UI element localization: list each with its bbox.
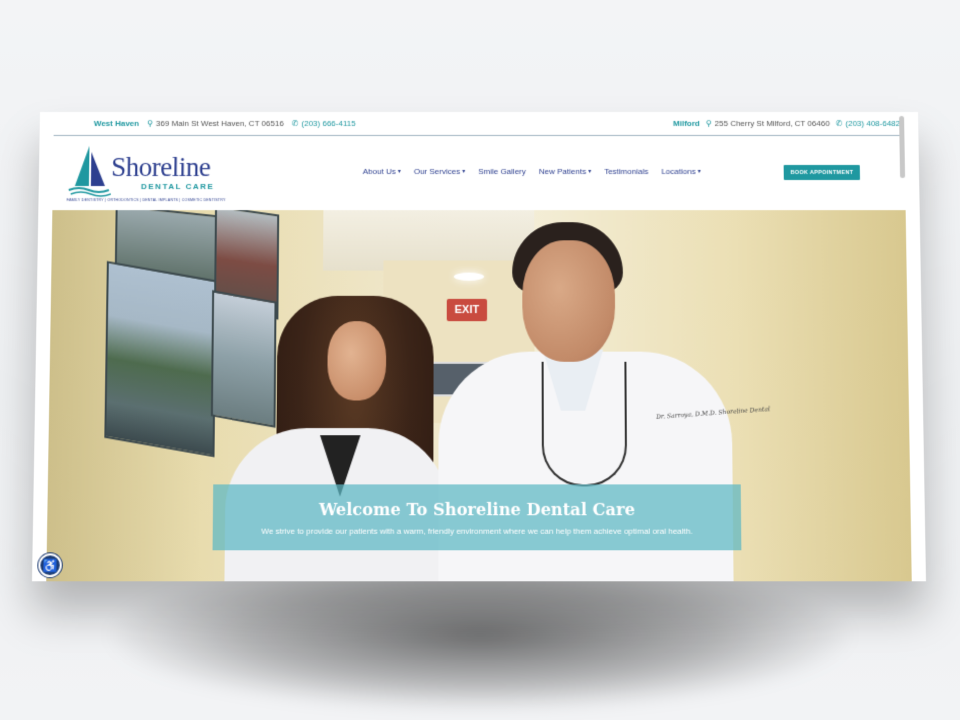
site-logo[interactable]: Shoreline DENTAL CARE FAMILY DENTISTRY |… [67, 142, 228, 204]
chevron-down-icon: ▾ [698, 168, 701, 175]
hero-banner: EXIT Dr. Sarroya, D.M.D. Shoreline Denta… [46, 210, 911, 581]
hero-title: Welcome To Shoreline Dental Care [319, 499, 635, 519]
ceiling-light [454, 273, 484, 281]
hero-subtitle: We strive to provide our patients with a… [261, 526, 692, 535]
loupes-strap [542, 362, 628, 487]
address-text[interactable]: 255 Cherry St Milford, CT 06460 [715, 119, 830, 128]
west-haven-info: West Haven ⚲ 369 Main St West Haven, CT … [94, 119, 356, 128]
site-header: Shoreline DENTAL CARE FAMILY DENTISTRY |… [52, 136, 905, 210]
logo-tagline: FAMILY DENTISTRY | ORTHODONTICS | DENTAL… [67, 198, 226, 202]
location-name[interactable]: Milford [673, 119, 700, 128]
nav-about-us[interactable]: About Us ▾ [363, 167, 401, 176]
map-pin-icon: ⚲ [147, 119, 153, 128]
page-shadow [110, 560, 850, 710]
wall-photo [104, 261, 216, 457]
phone-icon: ✆ [836, 119, 843, 128]
location-name[interactable]: West Haven [94, 119, 139, 128]
top-info-bar: West Haven ⚲ 369 Main St West Haven, CT … [54, 112, 905, 136]
logo-subtitle: DENTAL CARE [141, 182, 214, 191]
hero-caption: Welcome To Shoreline Dental Care We stri… [213, 484, 742, 550]
main-nav: About Us ▾ Our Services ▾ Smile Gallery Ne… [363, 167, 701, 176]
phone-icon: ✆ [292, 119, 299, 128]
page-scrollbar[interactable] [899, 116, 905, 178]
phone-link[interactable]: (203) 666-4115 [301, 119, 355, 128]
address-text[interactable]: 369 Main St West Haven, CT 06516 [156, 119, 284, 128]
phone-link[interactable]: (203) 408-6482 [845, 119, 900, 128]
browser-viewport: West Haven ⚲ 369 Main St West Haven, CT … [32, 112, 926, 581]
wall-photo [211, 290, 277, 428]
nav-new-patients[interactable]: New Patients ▾ [539, 167, 591, 176]
man-dentist-face [522, 240, 615, 361]
chevron-down-icon: ▾ [398, 168, 401, 175]
chevron-down-icon: ▾ [588, 168, 591, 175]
woman-dentist-face [327, 321, 386, 400]
map-pin-icon: ⚲ [706, 119, 712, 128]
nav-testimonials[interactable]: Testimonials [604, 167, 648, 176]
exit-sign: EXIT [447, 299, 487, 321]
chevron-down-icon: ▾ [462, 168, 465, 175]
sailboat-logo-icon [67, 142, 112, 198]
book-appointment-button[interactable]: BOOK APPOINTMENT [784, 165, 860, 180]
nav-smile-gallery[interactable]: Smile Gallery [478, 167, 526, 176]
nav-our-services[interactable]: Our Services ▾ [414, 167, 465, 176]
milford-info: Milford ⚲ 255 Cherry St Milford, CT 0646… [673, 119, 900, 128]
logo-name: Shoreline [111, 152, 211, 183]
nav-locations[interactable]: Locations ▾ [661, 167, 700, 176]
